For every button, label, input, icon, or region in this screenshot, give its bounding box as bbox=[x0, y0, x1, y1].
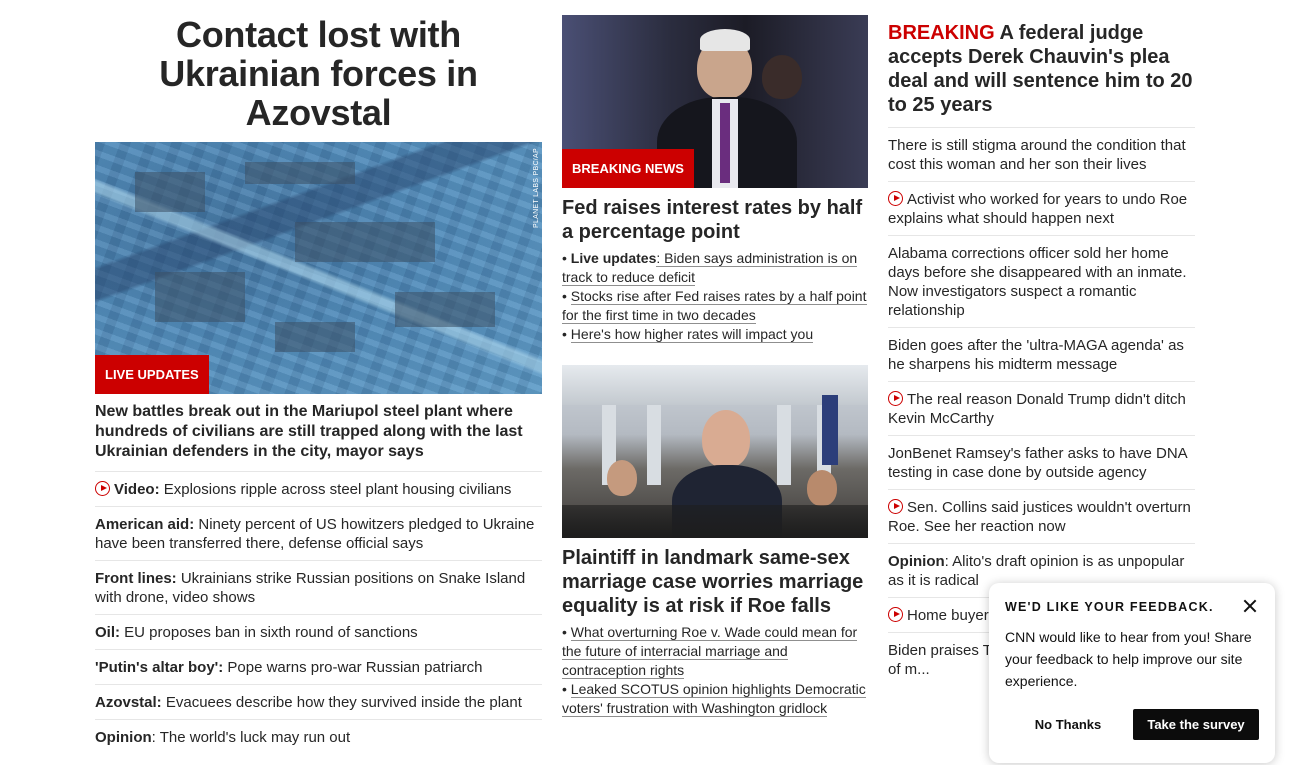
list-item[interactable]: 'Putin's altar boy': Pope warns pro-war … bbox=[95, 650, 542, 685]
list-item[interactable]: Biden goes after the 'ultra-MAGA agenda'… bbox=[888, 328, 1195, 382]
list-item[interactable]: Azovstal: Evacuees describe how they sur… bbox=[95, 685, 542, 720]
list-item[interactable]: Opinion: The world's luck may run out bbox=[95, 720, 542, 754]
feedback-dialog: WE'D LIKE YOUR FEEDBACK. CNN would like … bbox=[989, 583, 1275, 763]
list-item[interactable]: Oil: EU proposes ban in sixth round of s… bbox=[95, 615, 542, 650]
plaintiff-photo[interactable] bbox=[562, 365, 868, 538]
close-icon[interactable] bbox=[1241, 597, 1259, 615]
image-credit: PLANET LABS PBC/AP bbox=[533, 148, 540, 228]
fed-related-list: • Live updates: Biden says administratio… bbox=[562, 249, 868, 344]
play-icon bbox=[888, 391, 903, 406]
list-item[interactable]: The real reason Donald Trump didn't ditc… bbox=[888, 382, 1195, 436]
list-item[interactable]: • What overturning Roe v. Wade could mea… bbox=[562, 623, 868, 680]
fed-chair-photo[interactable]: BREAKING NEWS bbox=[562, 15, 868, 188]
play-icon bbox=[95, 481, 110, 496]
list-item[interactable]: • Leaked SCOTUS opinion highlights Democ… bbox=[562, 680, 868, 718]
list-item[interactable]: • Stocks rise after Fed raises rates by … bbox=[562, 287, 868, 325]
main-headline[interactable]: Contact lost with Ukrainian forces in Az… bbox=[95, 15, 542, 142]
play-icon bbox=[888, 499, 903, 514]
list-item[interactable]: • Live updates: Biden says administratio… bbox=[562, 249, 868, 287]
list-item[interactable]: Sen. Collins said justices wouldn't over… bbox=[888, 490, 1195, 544]
secondary-column: BREAKING NEWS Fed raises interest rates … bbox=[562, 15, 868, 718]
fed-headline[interactable]: Fed raises interest rates by half a perc… bbox=[562, 196, 868, 244]
list-item[interactable]: There is still stigma around the conditi… bbox=[888, 128, 1195, 182]
live-updates-tag[interactable]: LIVE UPDATES bbox=[95, 355, 209, 394]
lead-story-link[interactable]: New battles break out in the Mariupol st… bbox=[95, 402, 542, 472]
breaking-news-tag[interactable]: BREAKING NEWS bbox=[562, 149, 694, 188]
feedback-actions: No Thanks Take the survey bbox=[1005, 709, 1259, 740]
list-item[interactable]: American aid: Ninety percent of US howit… bbox=[95, 507, 542, 561]
take-survey-button[interactable]: Take the survey bbox=[1133, 709, 1259, 740]
play-icon bbox=[888, 607, 903, 622]
list-item[interactable]: JonBenet Ramsey's father asks to have DN… bbox=[888, 436, 1195, 490]
play-icon bbox=[888, 191, 903, 206]
plaintiff-headline[interactable]: Plaintiff in landmark same-sex marriage … bbox=[562, 546, 868, 618]
related-list: Video: Explosions ripple across steel pl… bbox=[95, 472, 542, 754]
main-story-column: Contact lost with Ukrainian forces in Az… bbox=[95, 15, 542, 754]
list-item[interactable]: Video: Explosions ripple across steel pl… bbox=[95, 472, 542, 507]
no-thanks-button[interactable]: No Thanks bbox=[1005, 709, 1131, 740]
plaintiff-related-list: • What overturning Roe v. Wade could mea… bbox=[562, 623, 868, 718]
azovstal-satellite-image[interactable]: PLANET LABS PBC/AP LIVE UPDATES bbox=[95, 142, 542, 394]
list-item[interactable]: • Here's how higher rates will impact yo… bbox=[562, 325, 868, 344]
list-item[interactable]: Activist who worked for years to undo Ro… bbox=[888, 182, 1195, 236]
feedback-message: CNN would like to hear from you! Share y… bbox=[1005, 629, 1252, 689]
feedback-title: WE'D LIKE YOUR FEEDBACK. bbox=[1005, 600, 1214, 614]
breaking-headline[interactable]: BREAKING A federal judge accepts Derek C… bbox=[888, 15, 1195, 128]
list-item[interactable]: Front lines: Ukrainians strike Russian p… bbox=[95, 561, 542, 615]
list-item[interactable]: Alabama corrections officer sold her hom… bbox=[888, 236, 1195, 328]
